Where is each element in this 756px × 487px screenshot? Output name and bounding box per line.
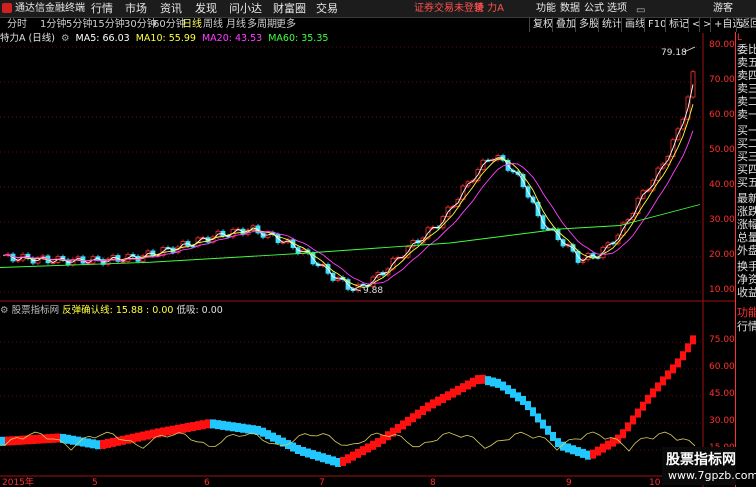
- side-tab-quote[interactable]: 行情: [737, 320, 756, 333]
- side-label-6: 卖一: [737, 108, 756, 121]
- price-grid: [0, 46, 703, 293]
- side-label-16: 外盘: [737, 244, 756, 257]
- date-label-10: 10: [649, 478, 661, 487]
- ind-tick-60: 60.00: [709, 362, 735, 372]
- indicator-bars: [0, 335, 696, 467]
- quote-side-panel: L 委比 卖五 卖四 卖三 卖二 卖一 买一 买二 买三 买四 买五 最新 涨跌…: [735, 32, 756, 487]
- side-label-10: 买四: [737, 163, 756, 176]
- candlesticks: [5, 69, 696, 293]
- ind-tick-45: 45.00: [709, 389, 735, 399]
- side-label-19: 收益: [737, 286, 756, 299]
- side-label-1: 委比: [737, 43, 756, 56]
- side-label-12: 最新: [737, 192, 756, 205]
- date-label-6: 6: [204, 478, 210, 487]
- candle-body: [690, 71, 696, 98]
- side-label-17: 换手: [737, 260, 756, 273]
- side-label-14: 涨幅: [737, 218, 756, 231]
- indicator-bar: [685, 343, 691, 353]
- side-label-11: 买五: [737, 176, 756, 189]
- side-label-4: 卖三: [737, 82, 756, 95]
- price-tick-20: 20.00: [709, 250, 735, 260]
- ind-tick-75: 75.00: [709, 335, 735, 345]
- price-tick-30: 30.00: [709, 215, 735, 225]
- price-tick-60: 60.00: [709, 110, 735, 120]
- side-label-13: 涨跌: [737, 205, 756, 218]
- low-annotation: 9.88: [363, 286, 383, 296]
- ind-tick-30: 30.00: [709, 416, 735, 426]
- date-label-2015: 2015年: [2, 476, 34, 487]
- watermark-logo: 股票指标网 www.7gpzb.com: [662, 447, 756, 485]
- kline-chart[interactable]: 80.00 70.00 60.00 50.00 40.00 30.00 20.0…: [0, 0, 735, 487]
- date-label-5: 5: [92, 478, 98, 487]
- date-label-7: 7: [319, 478, 325, 487]
- price-tick-50: 50.00: [709, 145, 735, 155]
- indicator-bar: [680, 351, 686, 361]
- price-tick-10: 10.00: [709, 285, 735, 295]
- side-label-8: 买二: [737, 137, 756, 150]
- side-tab-function[interactable]: 功能: [737, 306, 756, 319]
- watermark-line2: www.7gpzb.com: [668, 469, 756, 482]
- price-tick-40: 40.00: [709, 180, 735, 190]
- indicator-bar: [690, 335, 696, 345]
- watermark-line1: 股票指标网: [666, 452, 736, 468]
- side-label-2: 卖五: [737, 56, 756, 69]
- price-tick-80: 80.00: [709, 40, 735, 50]
- side-label-9: 买三: [737, 150, 756, 163]
- side-label-18: 净资: [737, 273, 756, 286]
- date-label-9: 9: [566, 478, 572, 487]
- price-tick-70: 70.00: [709, 75, 735, 85]
- date-label-8: 8: [430, 478, 436, 487]
- side-label-5: 卖二: [737, 95, 756, 108]
- back-button[interactable]: 返回: [736, 17, 756, 32]
- side-label-15: 总量: [737, 231, 756, 244]
- side-label-3: 卖四: [737, 69, 756, 82]
- side-label-7: 买一: [737, 124, 756, 137]
- high-annotation: 79.18: [661, 48, 687, 58]
